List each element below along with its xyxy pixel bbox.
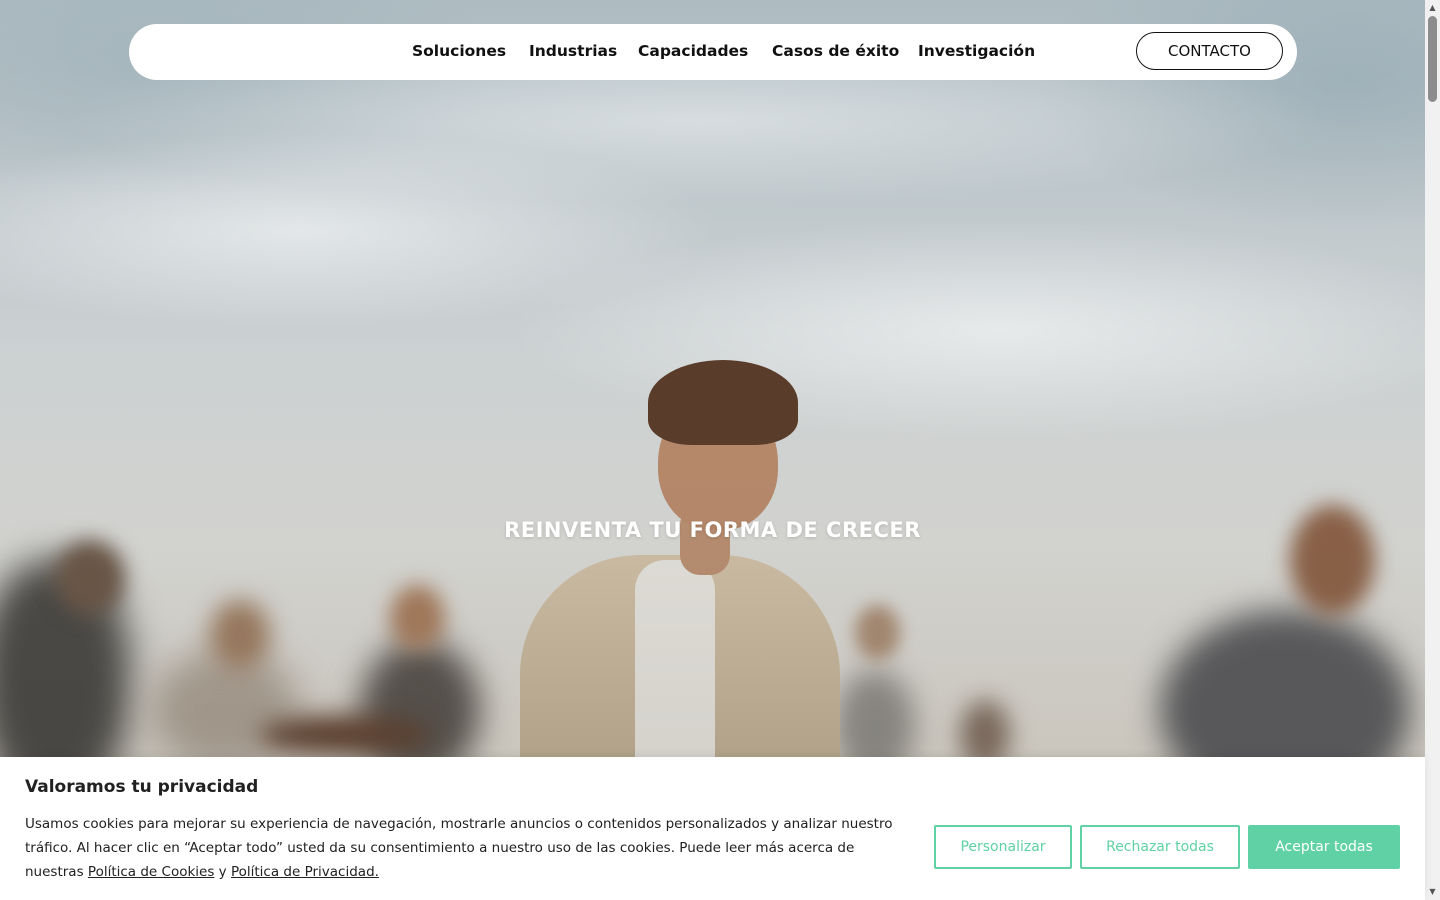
reject-all-cookies-button[interactable]: Rechazar todas <box>1080 825 1240 869</box>
cookie-banner-title: Valoramos tu privacidad <box>25 777 259 797</box>
customize-cookies-button[interactable]: Personalizar <box>934 825 1072 869</box>
cookie-banner-text: Usamos cookies para mejorar su experienc… <box>25 812 915 884</box>
nav-link-soluciones[interactable]: Soluciones <box>412 42 506 60</box>
nav-link-investigacion[interactable]: Investigación <box>918 42 1035 60</box>
privacy-policy-link[interactable]: Política de Privacidad. <box>231 864 379 880</box>
cookie-text-connector: y <box>214 864 231 880</box>
contact-button[interactable]: CONTACTO <box>1136 32 1283 70</box>
nav-link-casos-de-exito[interactable]: Casos de éxito <box>772 42 899 60</box>
scroll-down-arrow-icon[interactable]: ▼ <box>1425 884 1440 898</box>
scroll-up-arrow-icon[interactable]: ▲ <box>1425 0 1440 14</box>
main-navbar: Soluciones Industrias Capacidades Casos … <box>129 24 1297 80</box>
hero-title: REINVENTA TU FORMA DE CRECER <box>504 518 921 542</box>
accept-all-cookies-button[interactable]: Aceptar todas <box>1248 825 1400 869</box>
cookie-consent-banner: Valoramos tu privacidad Usamos cookies p… <box>0 757 1425 900</box>
nav-link-capacidades[interactable]: Capacidades <box>638 42 748 60</box>
nav-link-industrias[interactable]: Industrias <box>529 42 617 60</box>
scrollbar-thumb[interactable] <box>1428 16 1437 102</box>
cookie-policy-link[interactable]: Política de Cookies <box>88 864 214 880</box>
page-scrollbar[interactable]: ▲ ▼ <box>1425 0 1440 900</box>
nav-links: Soluciones Industrias Capacidades Casos … <box>129 24 1297 80</box>
